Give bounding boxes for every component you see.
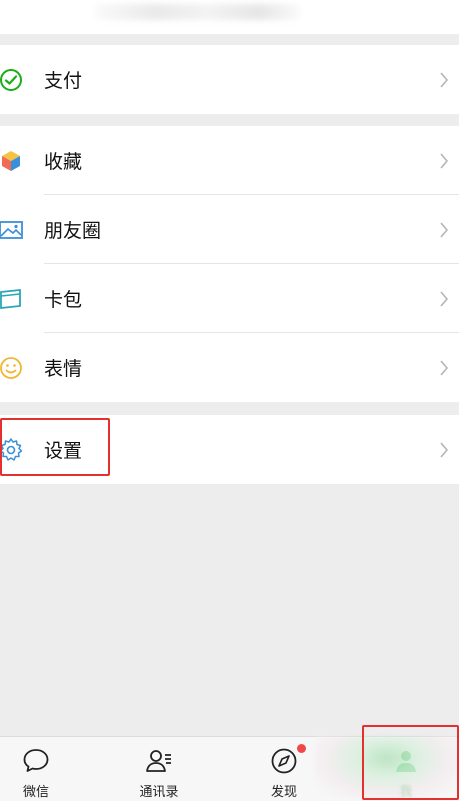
card-wallet-icon — [0, 288, 21, 309]
chevron-right-icon — [440, 152, 449, 169]
menu-item-cards[interactable]: 卡包 — [0, 264, 459, 333]
picture-icon — [0, 220, 23, 239]
menu-item-moments[interactable]: 朋友圈 — [0, 195, 459, 264]
blurred-profile-strip — [95, 4, 300, 20]
status-area-blurred — [0, 0, 459, 34]
contacts-icon — [146, 750, 171, 772]
cube-icon — [2, 150, 20, 171]
tab-label: 微信 — [22, 785, 49, 800]
tab-discover[interactable]: 发现 — [244, 737, 324, 801]
chat-bubble-icon — [23, 749, 49, 772]
wallet-check-icon — [0, 68, 22, 91]
chevron-right-icon — [440, 71, 449, 88]
compass-icon — [271, 748, 297, 774]
me-tab-highlight-box — [362, 725, 459, 800]
menu-item-label: 表情 — [44, 358, 83, 380]
tab-label: 通讯录 — [139, 785, 179, 800]
tab-contacts[interactable]: 通讯录 — [119, 737, 199, 801]
menu-item-stickers[interactable]: 表情 — [0, 333, 459, 402]
chevron-right-icon — [440, 290, 449, 307]
menu-item-pay[interactable]: 支付 — [0, 45, 459, 114]
smiley-icon — [0, 356, 22, 379]
tab-chats[interactable]: 微信 — [0, 737, 76, 801]
tab-label: 发现 — [270, 785, 297, 800]
menu-item-label: 收藏 — [44, 151, 83, 173]
chevron-right-icon — [440, 441, 449, 458]
menu-group-main: 收藏 朋友圈 卡包 表情 — [0, 126, 459, 402]
notification-badge — [297, 744, 306, 753]
menu-group-pay: 支付 — [0, 45, 459, 114]
chevron-right-icon — [440, 221, 449, 238]
menu-item-label: 卡包 — [44, 289, 83, 311]
menu-item-label: 朋友圈 — [44, 220, 102, 242]
chevron-right-icon — [440, 359, 449, 376]
settings-highlight-box — [0, 418, 110, 476]
menu-item-label: 支付 — [44, 70, 83, 92]
menu-item-collections[interactable]: 收藏 — [0, 126, 459, 195]
